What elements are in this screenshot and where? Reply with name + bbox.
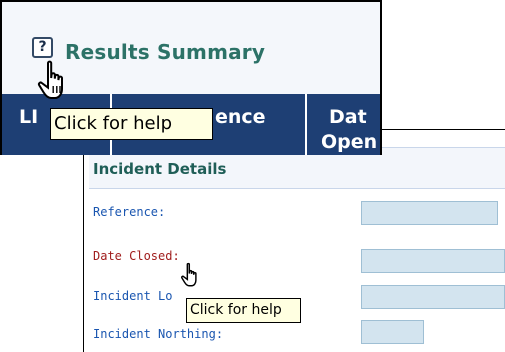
- panel-border: [83, 129, 84, 352]
- hand-cursor-icon: [181, 262, 197, 287]
- incident-location-input[interactable]: [361, 285, 505, 309]
- reference-label[interactable]: Reference:: [93, 205, 165, 219]
- incident-details-title: Incident Details: [93, 160, 227, 178]
- help-icon[interactable]: ?: [32, 37, 53, 58]
- incident-northing-label[interactable]: Incident Northing:: [93, 327, 223, 341]
- incident-northing-input[interactable]: [361, 320, 424, 344]
- column-header-date-opened-line2[interactable]: Open: [321, 131, 377, 153]
- hand-cursor-icon: [37, 60, 63, 99]
- column-header-li[interactable]: LI: [19, 106, 38, 128]
- help-tooltip-small: Click for help: [186, 298, 301, 323]
- column-separator: [305, 94, 307, 155]
- help-tooltip: Click for help: [50, 108, 213, 140]
- column-header-reference[interactable]: ence: [215, 106, 266, 128]
- reference-input[interactable]: [361, 201, 498, 225]
- incident-location-label[interactable]: Incident Lo: [93, 289, 172, 303]
- results-summary-title: Results Summary: [65, 40, 266, 64]
- date-closed-input[interactable]: [361, 249, 505, 273]
- date-closed-label[interactable]: Date Closed:: [93, 249, 180, 263]
- column-header-date-opened[interactable]: Dat: [329, 106, 367, 128]
